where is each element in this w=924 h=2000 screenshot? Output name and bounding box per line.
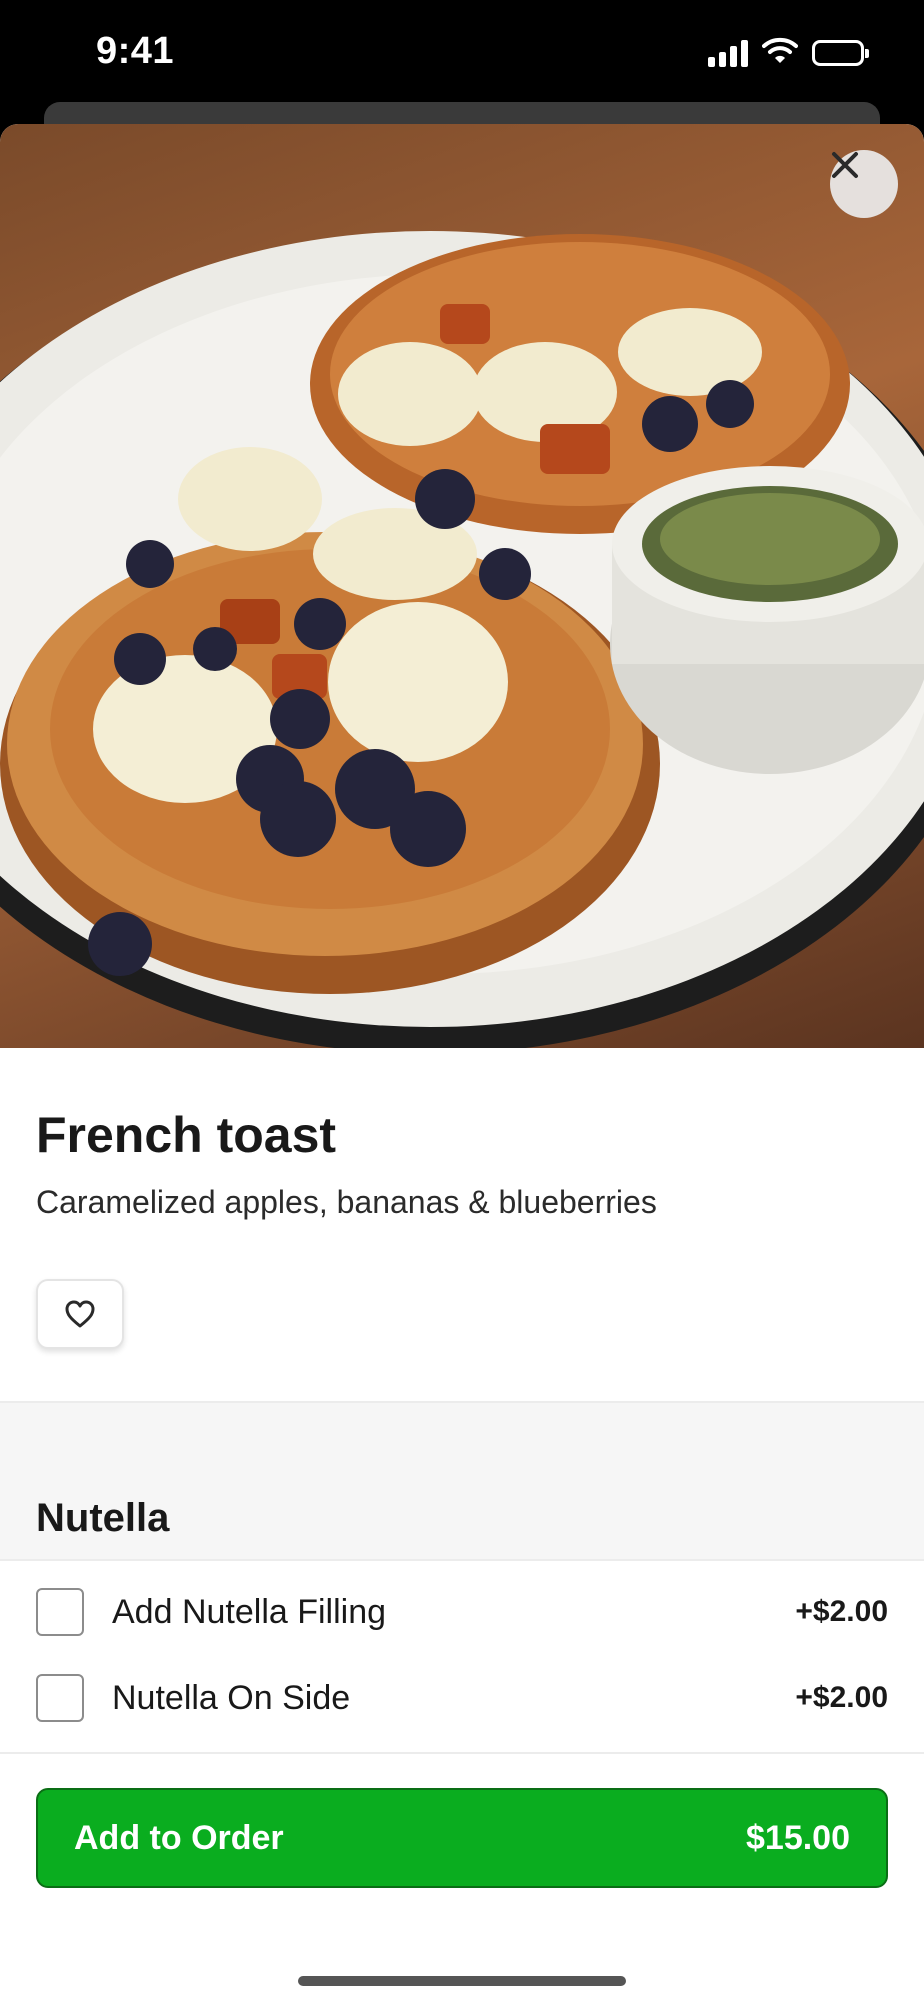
item-description: Caramelized apples, bananas & blueberrie… (36, 1184, 657, 1220)
option-add-nutella-filling[interactable]: Add Nutella Filling +$2.00 (0, 1569, 924, 1655)
option-price: +$2.00 (795, 1681, 888, 1715)
status-icons (708, 36, 869, 69)
modifier-group-header: Nutella (0, 1403, 924, 1562)
modifier-group-title: Nutella (36, 1496, 170, 1541)
wifi-icon (762, 36, 798, 69)
favorite-button[interactable] (36, 1279, 124, 1350)
option-checkbox[interactable] (36, 1674, 84, 1723)
add-to-order-button[interactable]: Add to Order $15.00 (36, 1788, 888, 1888)
option-checkbox[interactable] (36, 1588, 84, 1637)
status-bar: 9:41 (0, 0, 924, 100)
item-info: French toast Caramelized apples, bananas… (0, 1107, 924, 1350)
item-sheet: French toast Caramelized apples, bananas… (0, 124, 924, 2000)
heart-icon (65, 1300, 95, 1328)
battery-icon (812, 39, 869, 66)
status-time: 9:41 (96, 30, 175, 72)
modifier-options: Add Nutella Filling +$2.00 Nutella On Si… (0, 1569, 924, 1741)
close-icon (832, 152, 858, 178)
french-toast-illustration (0, 231, 924, 1048)
order-total: $15.00 (746, 1818, 850, 1857)
item-title: French toast (36, 1107, 337, 1163)
close-button[interactable] (830, 150, 898, 218)
home-indicator[interactable] (298, 1976, 626, 1986)
option-price: +$2.00 (795, 1595, 888, 1629)
option-label: Add Nutella Filling (112, 1592, 387, 1631)
bottom-bar: Add to Order $15.00 (0, 1752, 924, 2000)
signal-icon (708, 39, 748, 67)
item-photo (0, 124, 924, 1048)
option-nutella-on-side[interactable]: Nutella On Side +$2.00 (0, 1655, 924, 1741)
add-to-order-label: Add to Order (74, 1818, 284, 1857)
option-label: Nutella On Side (112, 1678, 351, 1717)
